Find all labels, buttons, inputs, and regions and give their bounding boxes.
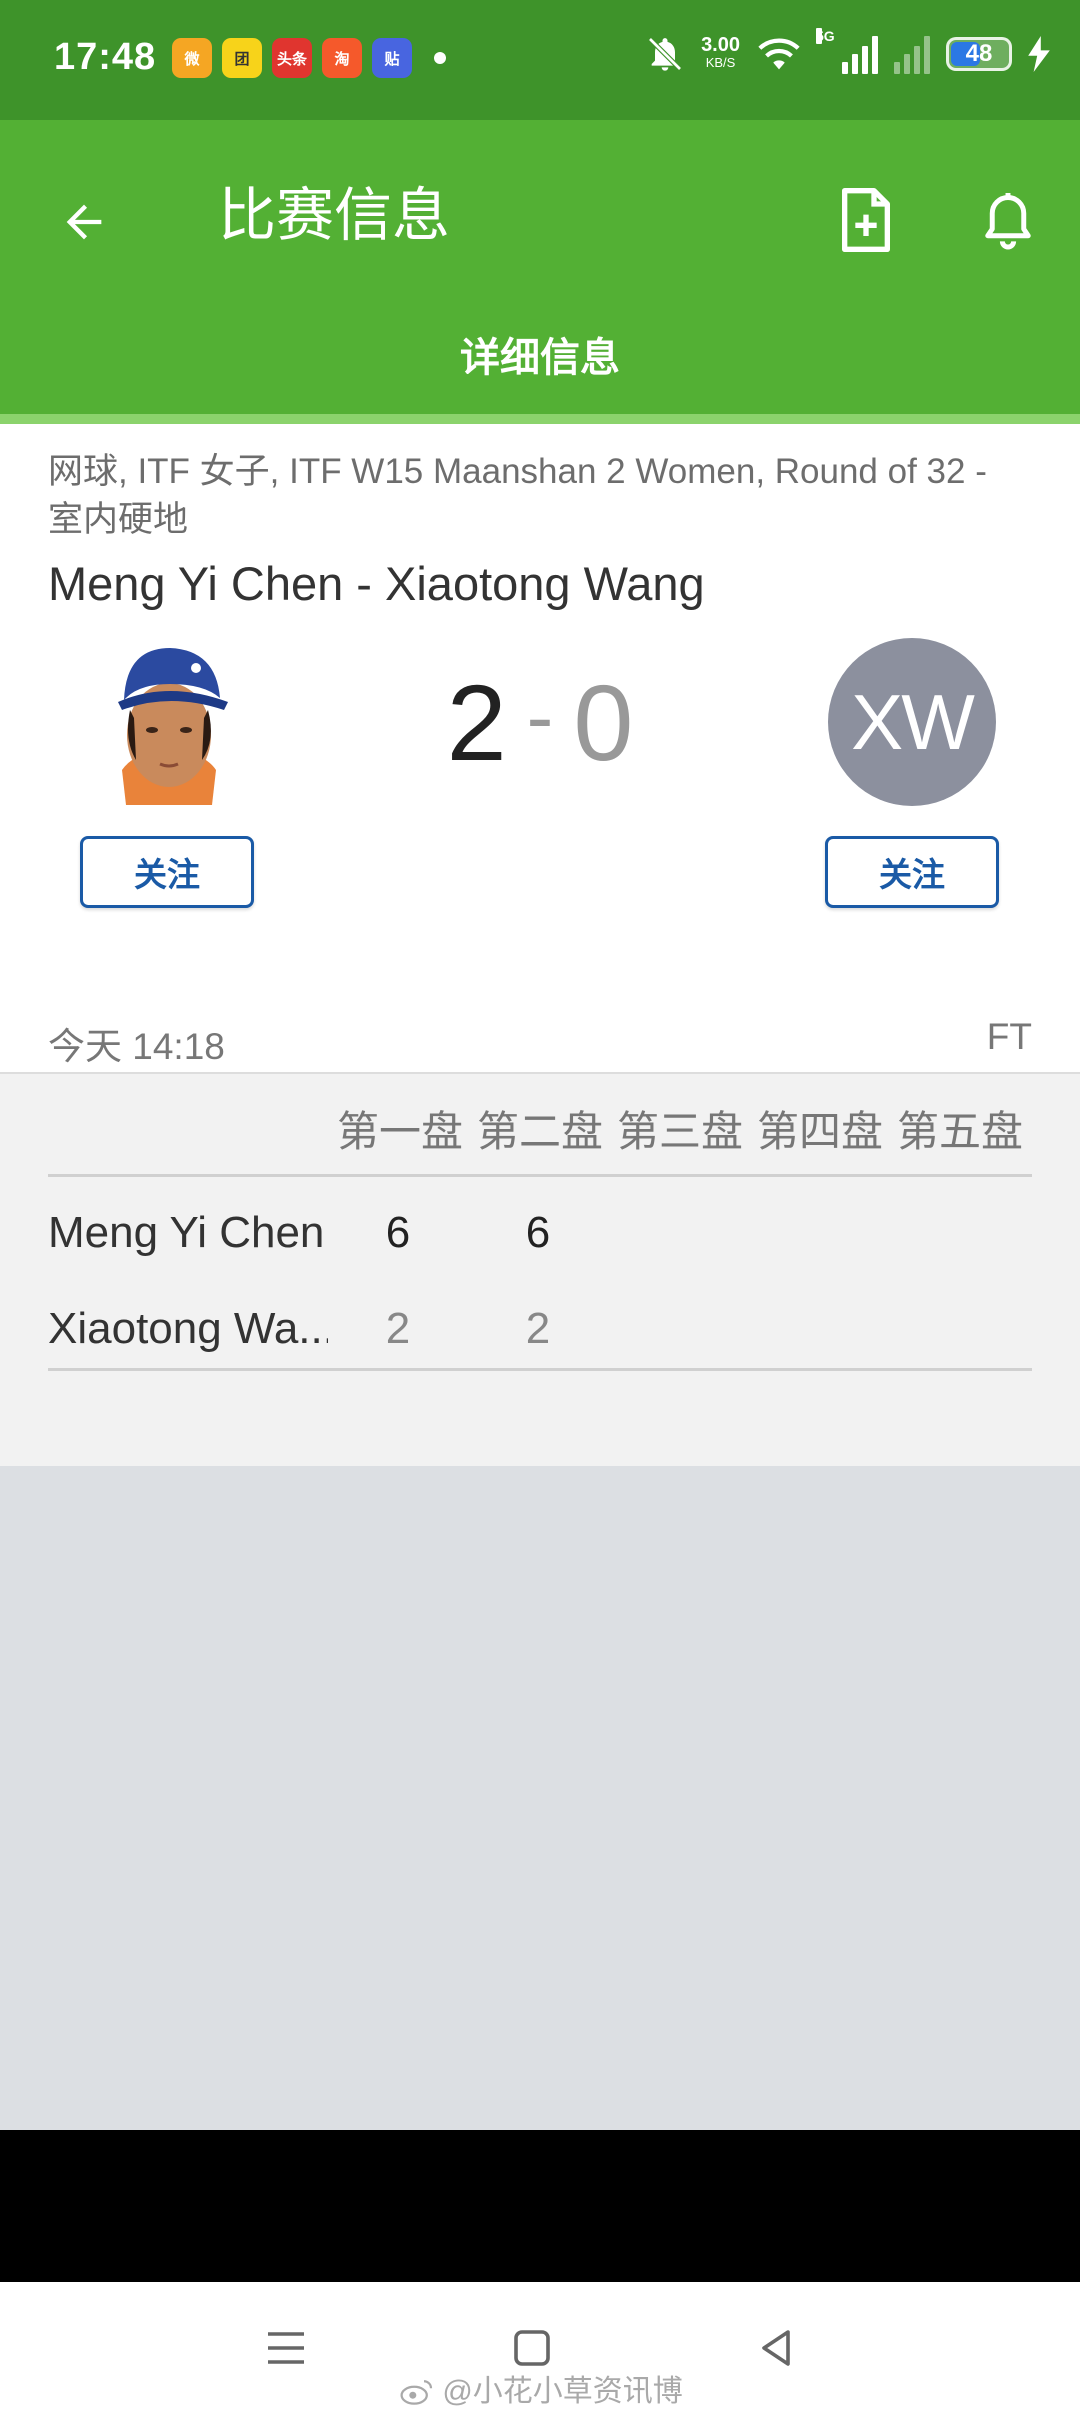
meituan-app-icon: 团: [222, 38, 262, 78]
set-header: 第一盘: [336, 1108, 463, 1155]
status-right: 3.00 KB/S 5G 48: [645, 28, 1050, 74]
network-speed: 3.00 KB/S: [701, 34, 740, 70]
set-header: 第五盘: [896, 1108, 1023, 1155]
battery-icon: 48: [946, 37, 1012, 71]
add-to-calendar-button[interactable]: [826, 170, 906, 270]
more-notifications-dot: [434, 52, 446, 64]
watermark: @小花小草资讯博: [400, 2366, 683, 2410]
table-divider: [48, 1174, 1032, 1177]
tieba-app-icon: 贴: [372, 38, 412, 78]
set-score: 6: [525, 1208, 551, 1257]
page-title: 比赛信息: [218, 183, 451, 248]
match-title: Meng Yi Chen - Xiaotong Wang: [48, 557, 705, 610]
signal-no-service-icon: [894, 34, 930, 74]
set-header: 第四盘: [756, 1108, 883, 1155]
follow-away-player-button[interactable]: 关注: [825, 836, 999, 908]
table-row: Xiaotong Wa... 2 2: [48, 1284, 1032, 1374]
away-player-avatar[interactable]: XW: [828, 638, 996, 806]
set-score: 2: [525, 1304, 551, 1353]
follow-home-player-button[interactable]: 关注: [80, 836, 254, 908]
notification-button[interactable]: [968, 170, 1048, 270]
set-score: 6: [385, 1208, 411, 1257]
back-arrow-icon: [66, 204, 102, 240]
signal-5g-icon: 5G: [816, 28, 878, 74]
charging-icon: [1028, 36, 1050, 72]
add-document-icon: [842, 188, 890, 252]
match-status: FT: [986, 1016, 1032, 1057]
status-bar: 17:48 微 团 头条 淘 贴 3.00 KB/S 5G 48: [0, 0, 1080, 120]
back-button[interactable]: [44, 172, 124, 272]
weibo-logo-icon: [400, 2380, 433, 2405]
tab-details[interactable]: 详细信息: [0, 320, 1080, 412]
player-name: Meng Yi Chen: [48, 1208, 325, 1257]
player-name: Xiaotong Wa...: [48, 1304, 328, 1353]
set-header: 第二盘: [476, 1108, 603, 1155]
weibo-app-icon: 微: [172, 38, 212, 78]
app-bar: 比赛信息 详细信息: [0, 120, 1080, 424]
empty-content-area: [0, 1466, 1080, 2130]
table-row: Meng Yi Chen 6 6: [48, 1188, 1032, 1278]
back-triangle-icon: [762, 2330, 790, 2366]
menu-nav-button[interactable]: [246, 2308, 326, 2388]
breadcrumb[interactable]: 网球, ITF 女子, ITF W15 Maanshan 2 Women, Ro…: [48, 448, 1028, 544]
away-score: 0: [573, 662, 634, 783]
set-headers: 第一盘 第二盘 第三盘 第四盘 第五盘: [330, 1098, 1030, 1159]
set-header: 第三盘: [616, 1108, 743, 1155]
back-nav-button[interactable]: [736, 2308, 816, 2388]
menu-icon: [268, 2332, 304, 2364]
score-separator: -: [526, 672, 554, 761]
ad-banner-area: [0, 2130, 1080, 2282]
home-square-icon: [514, 2330, 550, 2366]
toutiao-app-icon: 头条: [272, 38, 312, 78]
set-score-table: 第一盘 第二盘 第三盘 第四盘 第五盘 Meng Yi Chen 6 6 Xia…: [0, 1072, 1080, 1466]
table-divider: [48, 1368, 1032, 1371]
notification-icons: 微 团 头条 淘 贴: [172, 38, 446, 78]
tab-indicator: [0, 414, 1080, 424]
home-score: 2: [446, 662, 507, 783]
bell-icon: [985, 193, 1031, 250]
status-time: 17:48: [54, 36, 157, 78]
mute-bell-icon: [648, 37, 682, 71]
wifi-icon: [758, 38, 800, 70]
match-time: 今天 14:18: [48, 1026, 225, 1067]
set-score: 2: [385, 1304, 411, 1353]
taobao-app-icon: 淘: [322, 38, 362, 78]
